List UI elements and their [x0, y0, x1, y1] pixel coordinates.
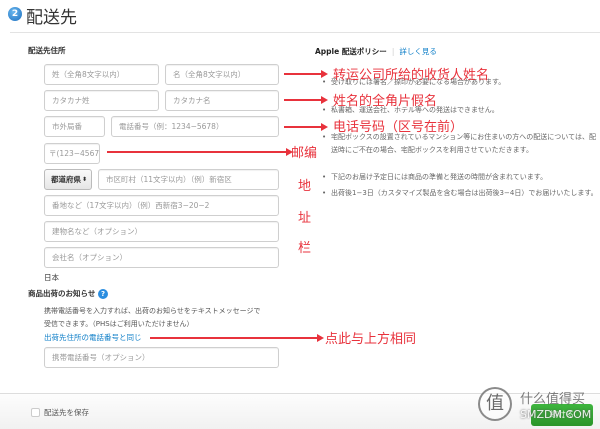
last-name-input[interactable]: 姓（全角8文字以内） — [44, 64, 159, 85]
section-label: 配送先住所 — [28, 46, 66, 55]
notify-desc-line1: 携帯電話番号を入力すれば、出荷のお知らせをテキストメッセージで — [44, 307, 261, 315]
street-input[interactable]: 番地など（17文字以内）（例）西新宿3−20−2 — [44, 195, 279, 216]
divider — [10, 32, 600, 33]
watermark-subtext: SMZDM.COM — [520, 408, 592, 421]
country-label: 日本 — [44, 273, 59, 282]
postal-input[interactable]: 〒(123−4567) — [44, 143, 100, 164]
annotation-arrow — [150, 334, 324, 342]
kana-first-input[interactable]: カタカナ名 — [165, 90, 279, 111]
kana-last-input[interactable]: カタカナ姓 — [44, 90, 159, 111]
annotation-arrow — [284, 123, 328, 131]
same-phone-link[interactable]: 出荷先住所の電話番号と同じ — [44, 332, 142, 343]
annotation-name: 转运公司所给的收货人姓名 — [333, 68, 490, 83]
first-name-input[interactable]: 名（全角8文字以内） — [165, 64, 279, 85]
annotation-addr: 址 — [298, 211, 312, 226]
notify-description: 携帯電話番号を入力すれば、出荷のお知らせをテキストメッセージで 受信できます。（P… — [44, 305, 261, 331]
annotation-arrow — [107, 148, 293, 156]
annotation-same: 点此与上方相同 — [325, 332, 417, 347]
city-input[interactable]: 市区町村（11文字以内）（例）新宿区 — [98, 169, 279, 190]
save-checkbox[interactable] — [31, 408, 40, 417]
annotation-phone: 电话号码（区号在前） — [333, 120, 464, 135]
notify-title: 商品出荷のお知らせ ? — [28, 288, 108, 299]
annotation-arrow — [284, 96, 328, 104]
prefecture-value: 都道府県 — [51, 175, 81, 184]
separator: | — [391, 47, 395, 56]
policy-header: Apple 配送ポリシー | 詳しく見る — [315, 46, 437, 57]
phone-input[interactable]: 電話番号（例：1234−5678） — [111, 116, 279, 137]
policy-bullet: 出荷後1−3日（カスタマイズ製品を含む場合は出荷後3−4日）でお届けいたします。 — [322, 187, 600, 200]
company-input[interactable]: 会社名（オプション） — [44, 247, 279, 268]
prefecture-select[interactable]: 都道府県 ⬍ — [44, 169, 92, 190]
annotation-addr: 地 — [298, 179, 312, 194]
policy-title: Apple 配送ポリシー — [315, 47, 387, 56]
step-badge: 2 — [8, 7, 22, 21]
watermark-text: 什么值得买 — [520, 392, 586, 407]
annotation-kana: 姓名的全角片假名 — [333, 94, 438, 109]
policy-bullet: 下記のお届け予定日には商品の準備と発送の時間が含まれています。 — [322, 171, 600, 184]
mobile-input[interactable]: 携帯電話番号（オプション） — [44, 347, 279, 368]
page-title: 配送先 — [26, 8, 77, 28]
notify-desc-line2: 受信できます。（PHSはご利用いただけません） — [44, 320, 194, 328]
save-label: 配送先を保存 — [44, 408, 89, 417]
notify-title-text: 商品出荷のお知らせ — [28, 289, 96, 298]
annotation-postal: 邮编 — [291, 146, 318, 161]
annotation-arrow — [284, 70, 328, 78]
select-arrows-icon: ⬍ — [81, 176, 87, 183]
area-code-input[interactable]: 市外局番 — [44, 116, 105, 137]
watermark-logo: 值 — [478, 387, 512, 421]
policy-link[interactable]: 詳しく見る — [399, 47, 437, 56]
help-icon[interactable]: ? — [97, 289, 108, 299]
annotation-addr: 栏 — [298, 241, 312, 256]
building-input[interactable]: 建物名など（オプション） — [44, 221, 279, 242]
